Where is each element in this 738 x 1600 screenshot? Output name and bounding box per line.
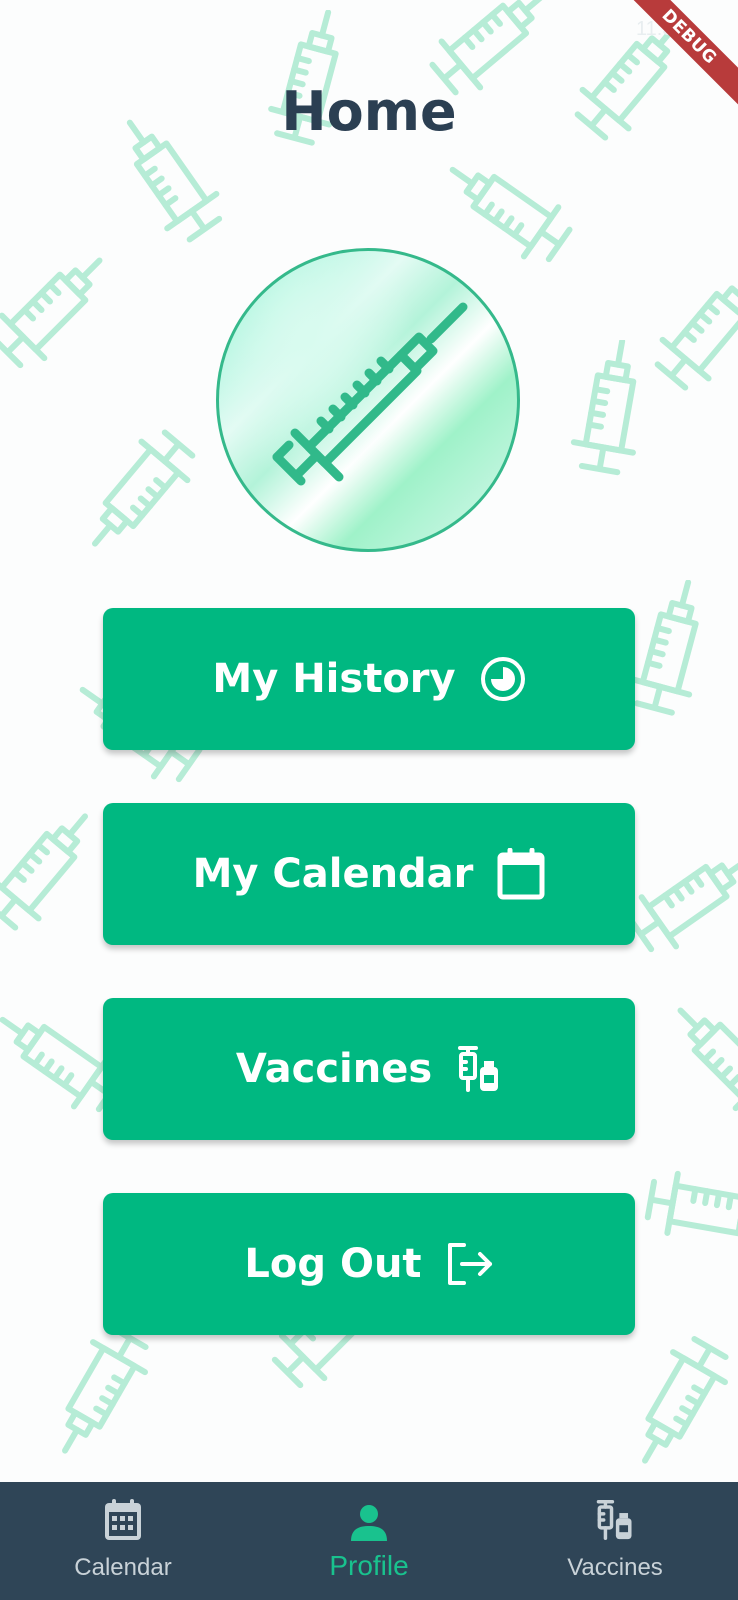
vaccine-vials-icon bbox=[595, 1498, 635, 1547]
bg-syringe-icon bbox=[0, 800, 110, 940]
vaccines-label: Vaccines bbox=[235, 1046, 433, 1092]
page-title: Home bbox=[281, 80, 457, 143]
vaccines-button[interactable]: Vaccines bbox=[103, 998, 635, 1140]
nav-label-vaccines: Vaccines bbox=[567, 1554, 663, 1581]
logout-icon bbox=[446, 1241, 494, 1287]
my-history-button[interactable]: My History bbox=[103, 608, 635, 750]
person-icon bbox=[349, 1504, 389, 1547]
calendar-grid-icon bbox=[103, 1498, 143, 1547]
nav-label-calendar: Calendar bbox=[74, 1554, 172, 1581]
bg-syringe-icon bbox=[620, 830, 738, 970]
nav-label-profile: Profile bbox=[329, 1550, 409, 1581]
bg-syringe-icon bbox=[640, 1140, 738, 1280]
nav-item-calendar[interactable]: Calendar bbox=[0, 1482, 246, 1600]
log-out-button[interactable]: Log Out bbox=[103, 1193, 635, 1335]
nav-item-profile[interactable]: Profile bbox=[246, 1482, 492, 1600]
history-clock-icon bbox=[480, 656, 526, 702]
log-out-label: Log Out bbox=[244, 1241, 422, 1287]
my-calendar-button[interactable]: My Calendar bbox=[103, 803, 635, 945]
nav-item-vaccines[interactable]: Vaccines bbox=[492, 1482, 738, 1600]
bg-syringe-icon bbox=[70, 420, 210, 560]
my-calendar-label: My Calendar bbox=[192, 851, 474, 897]
app-logo bbox=[216, 248, 520, 552]
syringe-icon bbox=[272, 302, 468, 486]
calendar-icon bbox=[497, 848, 545, 900]
vaccine-vials-icon bbox=[456, 1045, 502, 1093]
bg-syringe-icon bbox=[610, 1330, 738, 1470]
bg-syringe-icon bbox=[30, 1320, 170, 1460]
bg-syringe-icon bbox=[660, 990, 738, 1130]
bg-syringe-icon bbox=[0, 240, 120, 380]
bottom-navigation: Calendar Profile Vaccines bbox=[0, 1482, 738, 1600]
bg-syringe-icon bbox=[540, 340, 680, 480]
my-history-label: My History bbox=[212, 656, 456, 702]
